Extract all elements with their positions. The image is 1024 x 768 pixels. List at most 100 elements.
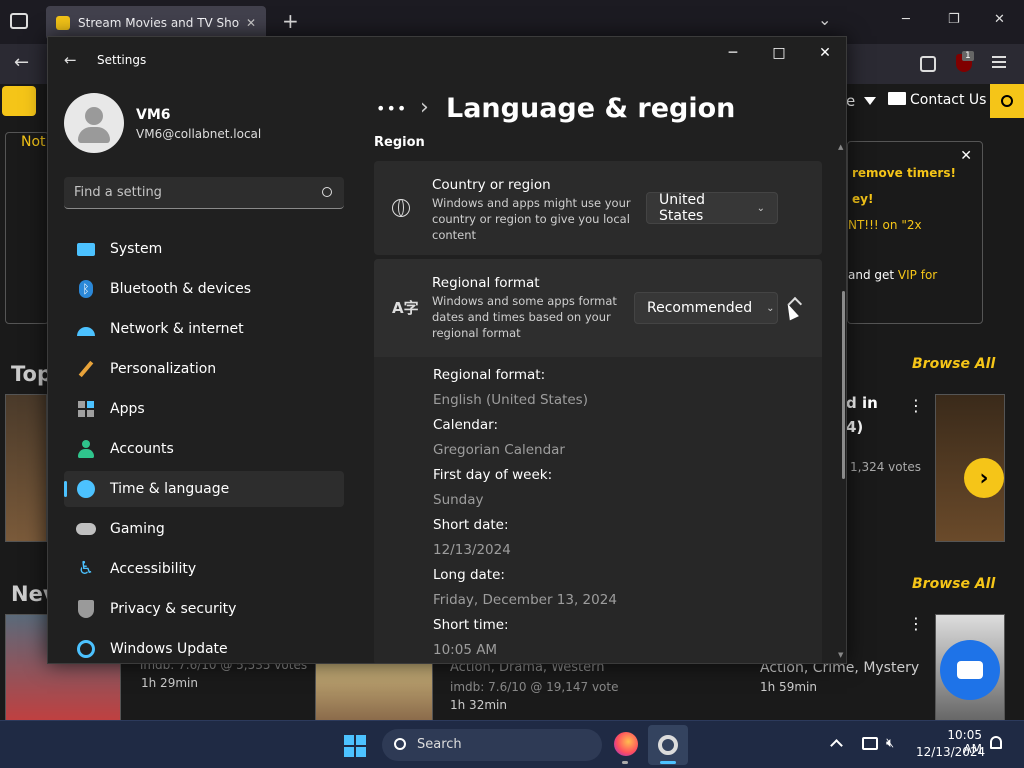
notifications-bell-icon[interactable] [990,736,1002,749]
contact-us-link[interactable]: Contact Us [910,92,986,108]
scrollbar-up-icon[interactable]: ▲ [838,143,843,151]
settings-minimize-button[interactable]: ─ [710,37,756,69]
tab-list-icon[interactable] [10,13,28,29]
avatar[interactable] [64,93,124,153]
search-icon [394,738,406,750]
country-region-card: Country or region Windows and apps might… [374,161,822,255]
settings-taskbar-button[interactable] [648,725,688,765]
more-options-icon[interactable]: ⋮ [908,396,924,415]
promo-line: NT!!! on "2x [848,218,922,232]
sidebar-item-system[interactable]: System [64,231,344,267]
regional-format-description: Windows and some apps format dates and t… [432,294,617,340]
sidebar-item-gaming[interactable]: Gaming [64,511,344,547]
taskbar-search-label: Search [417,737,462,752]
imdb-favicon-icon [56,16,70,30]
sidebar-item-accounts[interactable]: Accounts [64,431,344,467]
browse-all-link[interactable]: Browse All [912,576,995,592]
update-icon [76,639,96,659]
settings-back-icon[interactable]: ← [64,51,77,69]
sidebar-item-accessibility[interactable]: ♿ Accessibility [64,551,344,587]
taskbar-search-box[interactable]: Search [382,729,602,761]
accessibility-icon: ♿ [77,558,95,579]
detail-value: Friday, December 13, 2024 [433,592,617,608]
show-hidden-icons-chevron-up-icon[interactable] [830,739,843,752]
network-icon[interactable] [862,737,878,750]
chat-bubble-icon [957,661,983,679]
dropdown-caret-icon[interactable] [864,97,876,105]
settings-search-input[interactable]: Find a setting [74,185,162,200]
search-icon [1001,95,1013,107]
sidebar-item-label: Time & language [110,481,230,497]
sidebar-item-time-language[interactable]: Time & language [64,471,344,507]
detail-label: First day of week: [433,467,553,483]
top-section-heading: Top [11,362,52,386]
sidebar-item-personalization[interactable]: Personalization [64,351,344,387]
settings-close-button[interactable]: ✕ [802,37,846,69]
browser-tab[interactable]: Stream Movies and TV Shows F ✕ [46,6,266,40]
sidebar-item-windows-update[interactable]: Windows Update [64,631,344,663]
sidebar-item-label: Gaming [110,521,165,537]
breadcrumb-more-icon[interactable]: ••• [376,99,407,118]
wifi-icon [76,319,96,339]
chat-button[interactable] [940,640,1000,700]
country-dropdown-value: United States [659,192,705,224]
site-nav-partial[interactable]: e [846,92,855,110]
taskbar-running-indicator [622,761,628,764]
time-language-icon [76,479,96,499]
sidebar-item-privacy[interactable]: Privacy & security [64,591,344,627]
scrollbar-thumb[interactable] [842,291,845,479]
promo-line: ey! [852,192,874,206]
bluetooth-icon: ᛒ [76,279,96,299]
sidebar-item-apps[interactable]: Apps [64,391,344,427]
promo-close-icon[interactable]: ✕ [960,148,972,164]
detail-label: Calendar: [433,417,499,433]
poster-image[interactable] [315,662,433,722]
ublock-badge: 1 [962,51,974,61]
browser-minimize-button[interactable]: ─ [902,12,910,27]
detail-value: 10:05 AM [433,642,498,658]
settings-search-field[interactable]: Find a setting [64,177,344,209]
extensions-icon[interactable] [920,56,936,72]
detail-value: Sunday [433,492,484,508]
browser-close-button[interactable]: ✕ [994,12,1005,27]
volume-muted-icon[interactable]: 🔇︎ [886,736,894,751]
sidebar-item-label: Network & internet [110,321,244,337]
globe-icon [392,199,410,217]
card-subtitle-partial: 4) [846,418,864,436]
tab-close-icon[interactable]: ✕ [246,16,256,30]
site-logo-icon[interactable] [2,86,36,116]
sidebar-item-label: Personalization [110,361,217,377]
user-email: VM6@collabnet.local [136,127,262,141]
settings-maximize-button[interactable]: □ [756,37,802,69]
browser-restore-button[interactable]: ❐ [948,12,960,27]
section-heading-region: Region [374,135,425,150]
firefox-icon[interactable] [614,732,638,756]
language-format-icon: A字 [392,299,419,317]
accounts-icon [76,439,96,459]
chevron-down-icon: ⌄ [766,302,775,314]
scrollbar-down-icon[interactable]: ▼ [838,651,843,659]
detail-value: English (United States) [433,392,588,408]
tab-overflow-icon[interactable]: ⌄ [818,10,831,29]
menu-icon[interactable] [992,56,1006,68]
sidebar-item-network[interactable]: Network & internet [64,311,344,347]
clock-date[interactable]: 12/13/2024 [916,745,985,759]
browse-all-link[interactable]: Browse All [912,356,995,372]
promo-line: and get VIP for [848,268,938,282]
country-dropdown[interactable]: United States ⌄ [646,192,778,224]
regional-format-dropdown[interactable]: Recommended ⌄ [634,292,778,324]
search-icon[interactable] [322,187,332,197]
brush-icon [76,359,96,379]
card-title-partial[interactable]: d in [846,394,878,412]
settings-app-title: Settings [97,53,147,67]
more-options-icon[interactable]: ⋮ [908,614,924,633]
promo-vip: VIP for [897,268,938,282]
system-icon [76,239,96,259]
windows-start-icon[interactable] [344,735,366,757]
sidebar-item-bluetooth[interactable]: ᛒ Bluetooth & devices [64,271,344,307]
new-tab-button[interactable]: + [282,9,299,33]
site-search-button[interactable] [990,84,1024,118]
carousel-next-icon[interactable]: › [964,458,1004,498]
poster-image[interactable] [5,394,47,542]
back-icon[interactable]: ← [14,52,29,73]
